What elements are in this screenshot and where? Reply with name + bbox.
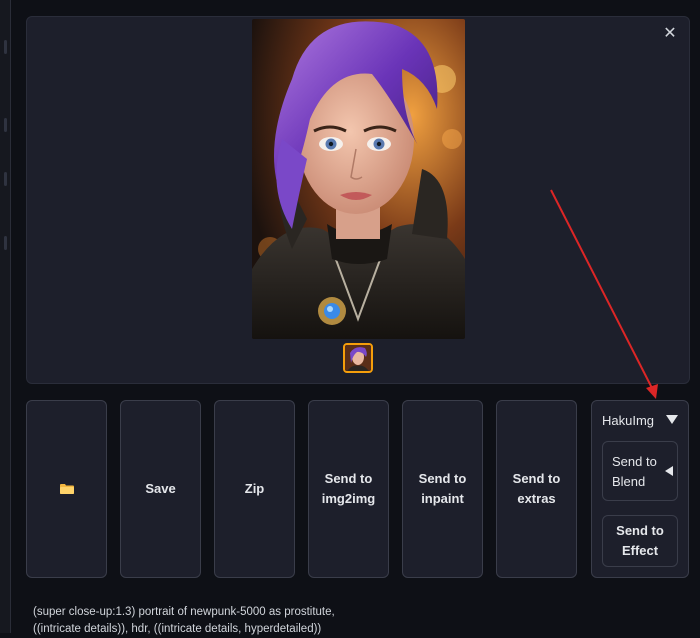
chevron-down-icon[interactable] [666,415,678,424]
send-to-inpaint-button[interactable]: Send to inpaint [402,400,483,578]
send-to-blend-dropdown[interactable]: Send to Blend [602,441,678,501]
edge-marker [4,172,7,186]
hakuimg-panel: HakuImg Send to Blend Send to Effect [591,400,689,578]
hakuimg-title[interactable]: HakuImg [602,413,654,428]
left-panel-edge [0,0,11,633]
image-gallery: ✕ [26,16,690,384]
close-icon[interactable]: ✕ [661,25,679,43]
send-to-effect-button[interactable]: Send to Effect [602,515,678,567]
open-folder-button[interactable] [26,400,107,578]
arrow-head [646,384,658,399]
prompt-line: (super close-up:1.3) portrait of newpunk… [33,606,335,618]
zip-button[interactable]: Zip [214,400,295,578]
folder-icon [59,484,74,494]
send-to-extras-button[interactable]: Send to extras [496,400,577,578]
thumbnail-illustration [345,345,371,371]
prompt-line: ((intricate details)), hdr, ((intricate … [33,623,322,635]
send-to-blend-label: Send to Blend [612,454,657,489]
edge-marker [4,236,7,250]
edge-marker [4,118,7,132]
save-button[interactable]: Save [120,400,201,578]
portrait-thumbnail[interactable] [343,343,373,373]
portrait-illustration [252,19,465,339]
portrait-image[interactable] [252,19,465,339]
edge-marker [4,40,7,54]
caret-left-icon [665,466,673,476]
send-to-img2img-button[interactable]: Send to img2img [308,400,389,578]
